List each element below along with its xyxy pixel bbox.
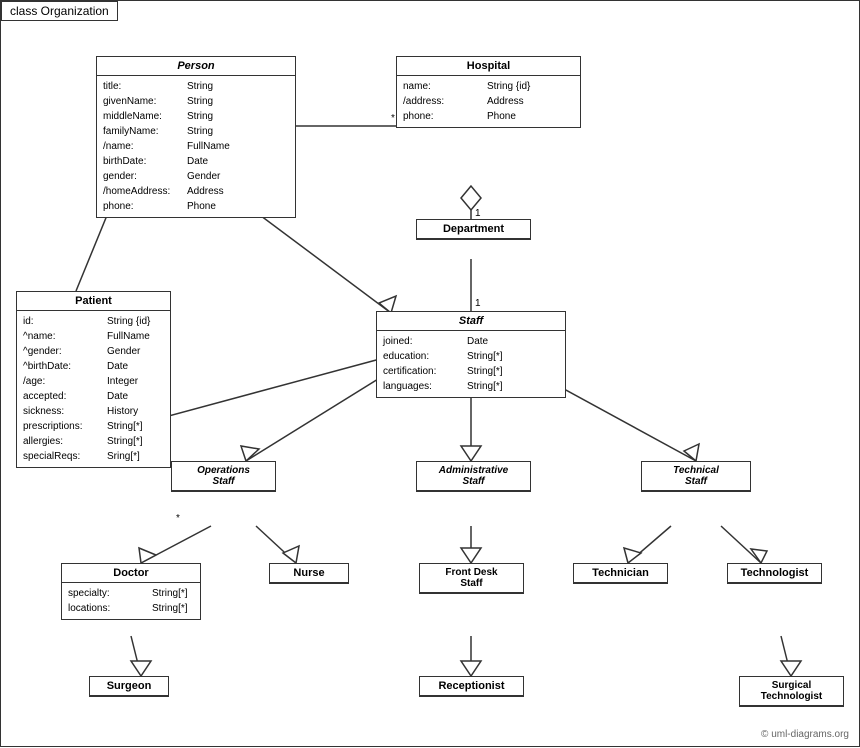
svg-text:*: * bbox=[176, 513, 180, 524]
hospital-class-name: Hospital bbox=[397, 57, 580, 76]
surgeon-class-name: Surgeon bbox=[90, 677, 168, 696]
svg-text:*: * bbox=[391, 113, 395, 124]
technologist-class-name: Technologist bbox=[728, 564, 821, 583]
person-class: Person title:String givenName:String mid… bbox=[96, 56, 296, 218]
department-class: Department bbox=[416, 219, 531, 240]
department-class-name: Department bbox=[417, 220, 530, 239]
svg-text:1: 1 bbox=[475, 298, 481, 309]
operations-staff-class: OperationsStaff bbox=[171, 461, 276, 492]
receptionist-class: Receptionist bbox=[419, 676, 524, 697]
hospital-class: Hospital name:String {id} /address:Addre… bbox=[396, 56, 581, 128]
technical-staff-class-name: TechnicalStaff bbox=[642, 462, 750, 491]
person-class-name: Person bbox=[97, 57, 295, 76]
patient-class-attrs: id:String {id} ^name:FullName ^gender:Ge… bbox=[17, 311, 170, 467]
receptionist-class-name: Receptionist bbox=[420, 677, 523, 696]
surgical-technologist-class: SurgicalTechnologist bbox=[739, 676, 844, 707]
front-desk-staff-class-name: Front DeskStaff bbox=[420, 564, 523, 593]
diagram-container: class Organization bbox=[0, 0, 860, 747]
surgical-technologist-class-name: SurgicalTechnologist bbox=[740, 677, 843, 706]
person-class-attrs: title:String givenName:String middleName… bbox=[97, 76, 295, 217]
front-desk-staff-class: Front DeskStaff bbox=[419, 563, 524, 594]
nurse-class: Nurse bbox=[269, 563, 349, 584]
patient-class-name: Patient bbox=[17, 292, 170, 311]
operations-staff-class-name: OperationsStaff bbox=[172, 462, 275, 491]
technologist-class: Technologist bbox=[727, 563, 822, 584]
diagram-title: class Organization bbox=[1, 1, 118, 21]
technician-class-name: Technician bbox=[574, 564, 667, 583]
doctor-class: Doctor specialty:String[*] locations:Str… bbox=[61, 563, 201, 620]
hospital-class-attrs: name:String {id} /address:Address phone:… bbox=[397, 76, 580, 127]
staff-class-attrs: joined:Date education:String[*] certific… bbox=[377, 331, 565, 397]
technician-class: Technician bbox=[573, 563, 668, 584]
doctor-class-attrs: specialty:String[*] locations:String[*] bbox=[62, 583, 200, 619]
patient-class: Patient id:String {id} ^name:FullName ^g… bbox=[16, 291, 171, 468]
nurse-class-name: Nurse bbox=[270, 564, 348, 583]
copyright: © uml-diagrams.org bbox=[761, 729, 849, 740]
technical-staff-class: TechnicalStaff bbox=[641, 461, 751, 492]
doctor-class-name: Doctor bbox=[62, 564, 200, 583]
staff-class-name: Staff bbox=[377, 312, 565, 331]
administrative-staff-class-name: AdministrativeStaff bbox=[417, 462, 530, 491]
surgeon-class: Surgeon bbox=[89, 676, 169, 697]
svg-text:1: 1 bbox=[475, 208, 481, 219]
administrative-staff-class: AdministrativeStaff bbox=[416, 461, 531, 492]
staff-class: Staff joined:Date education:String[*] ce… bbox=[376, 311, 566, 398]
